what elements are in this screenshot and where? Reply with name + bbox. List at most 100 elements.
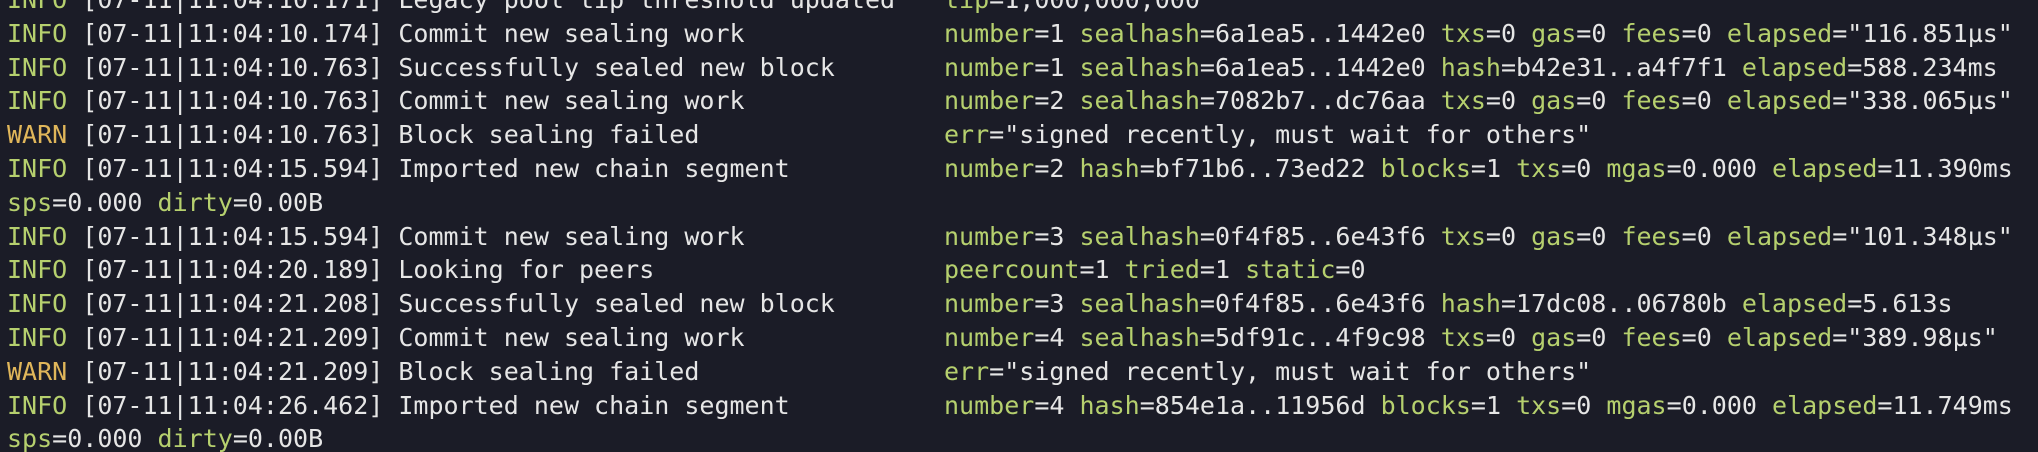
log-level: WARN [7, 356, 68, 386]
field-value: 0 [1696, 221, 1712, 251]
timestamp: [07-11|11:04:20.189] [82, 255, 384, 285]
equals-sign: = [1681, 323, 1697, 352]
field-value: 7082b7..dc76aa [1214, 86, 1426, 116]
field-key: gas [1531, 18, 1577, 48]
log-message: Successfully sealed new block [398, 289, 835, 319]
log-level: INFO [7, 255, 68, 285]
timestamp: [07-11|11:04:21.209] [82, 356, 384, 386]
equals-sign: = [1199, 86, 1215, 116]
log-line: INFO [07-11|11:04:15.594] Imported new c… [7, 152, 2013, 186]
field-key: mgas [1606, 154, 1667, 183]
field-key: gas [1531, 86, 1577, 116]
log-message: Successfully sealed new block [398, 52, 835, 82]
field-key: err [944, 120, 990, 150]
log-level: INFO [7, 390, 68, 420]
field-value: 3 [1049, 289, 1065, 319]
log-fields: number=2 hash=bf71b6..73ed22 blocks=1 tx… [944, 152, 2038, 186]
log-level: INFO [7, 289, 68, 319]
field-value: 0 [1696, 18, 1712, 48]
log-message: Imported new chain segment [398, 390, 790, 420]
timestamp: [07-11|11:04:10.763] [82, 86, 384, 116]
equals-sign: = [1847, 52, 1863, 82]
equals-sign: = [52, 424, 68, 452]
field-value: 0.000 [1681, 154, 1757, 183]
log-line: sps=0.000 dirty=0.00B [7, 422, 323, 452]
equals-sign: = [1199, 221, 1215, 251]
field-key: txs [1516, 154, 1562, 183]
log-fields: tip=1,000,000,000 [944, 0, 1200, 17]
field-key: number [944, 18, 1035, 48]
log-line: INFO [07-11|11:04:10.171] Legacy pool ti… [7, 0, 1200, 17]
field-value: 0.000 [67, 424, 143, 452]
log-message: Block sealing failed [398, 356, 700, 386]
log-level: INFO [7, 221, 68, 251]
timestamp: [07-11|11:04:26.462] [82, 390, 384, 420]
field-key: txs [1440, 323, 1486, 352]
timestamp: [07-11|11:04:15.594] [82, 154, 384, 183]
log-fields: number=1 sealhash=6a1ea5..1442e0 txs=0 g… [944, 17, 2013, 51]
field-key: elapsed [1726, 323, 1833, 352]
field-value: 0 [1591, 86, 1607, 116]
field-value: "338.065µs" [1847, 86, 2013, 116]
equals-sign: = [1470, 390, 1486, 420]
field-key: sealhash [1079, 289, 1200, 319]
equals-sign: = [989, 356, 1005, 386]
field-value: 0 [1500, 18, 1517, 48]
equals-sign: = [1034, 154, 1050, 183]
equals-sign: = [1139, 154, 1155, 183]
field-value: 1 [1049, 52, 1065, 82]
field-value: "101.348µs" [1847, 221, 2013, 251]
equals-sign: = [1666, 154, 1682, 183]
field-key: txs [1440, 86, 1486, 116]
field-value: "389.98µs" [1847, 323, 1998, 352]
equals-sign: = [1832, 323, 1848, 352]
field-key: static [1245, 255, 1336, 285]
field-key: tip [944, 0, 989, 14]
field-key: fees [1621, 18, 1682, 48]
field-key: sealhash [1079, 18, 1200, 48]
field-key: hash [1440, 289, 1501, 319]
equals-sign: = [52, 187, 68, 217]
field-key: sps [7, 424, 53, 452]
field-key: sps [7, 187, 53, 217]
log-line: INFO [07-11|11:04:10.763] Successfully s… [7, 51, 1998, 85]
log-line: INFO [07-11|11:04:21.209] Commit new sea… [7, 321, 1998, 355]
timestamp: [07-11|11:04:10.171] [82, 0, 383, 14]
field-key: elapsed [1741, 52, 1848, 82]
field-value: 17dc08..06780b [1516, 289, 1727, 319]
log-line: INFO [07-11|11:04:10.763] Commit new sea… [7, 84, 2013, 118]
log-line: INFO [07-11|11:04:10.174] Commit new sea… [7, 17, 2013, 51]
equals-sign: = [1485, 221, 1501, 251]
field-value: 0.00B [247, 187, 324, 217]
equals-sign: = [1832, 86, 1848, 116]
field-key: hash [1440, 52, 1501, 82]
equals-sign: = [1847, 289, 1863, 319]
field-key: hash [1079, 154, 1140, 183]
log-line: WARN [07-11|11:04:21.209] Block sealing … [7, 355, 1591, 389]
field-value: 1 [1214, 255, 1231, 285]
log-fields: number=2 sealhash=7082b7..dc76aa txs=0 g… [944, 84, 2013, 118]
equals-sign: = [1034, 18, 1050, 48]
timestamp: [07-11|11:04:10.763] [82, 120, 384, 150]
field-value: 0 [1576, 390, 1592, 420]
equals-sign: = [1877, 390, 1893, 420]
equals-sign: = [1199, 52, 1215, 82]
field-key: elapsed [1772, 390, 1878, 420]
field-value: 1 [1094, 255, 1110, 285]
equals-sign: = [1199, 289, 1215, 319]
field-key: txs [1440, 18, 1486, 48]
log-line: INFO [07-11|11:04:26.462] Imported new c… [7, 389, 2013, 423]
equals-sign: = [1832, 18, 1848, 48]
log-level: INFO [7, 52, 68, 82]
terminal-output[interactable]: INFO [07-11|11:04:10.171] Legacy pool ti… [0, 0, 2038, 452]
log-message: Commit new sealing work [398, 86, 745, 116]
field-key: number [944, 390, 1035, 420]
field-key: elapsed [1726, 18, 1833, 48]
field-key: number [944, 154, 1035, 183]
equals-sign: = [1576, 18, 1592, 48]
log-message: Commit new sealing work [398, 323, 745, 352]
log-fields: err="signed recently, must wait for othe… [944, 118, 1591, 152]
field-key: txs [1440, 221, 1486, 251]
log-level: INFO [7, 154, 68, 183]
field-value: 6a1ea5..1442e0 [1214, 18, 1426, 48]
